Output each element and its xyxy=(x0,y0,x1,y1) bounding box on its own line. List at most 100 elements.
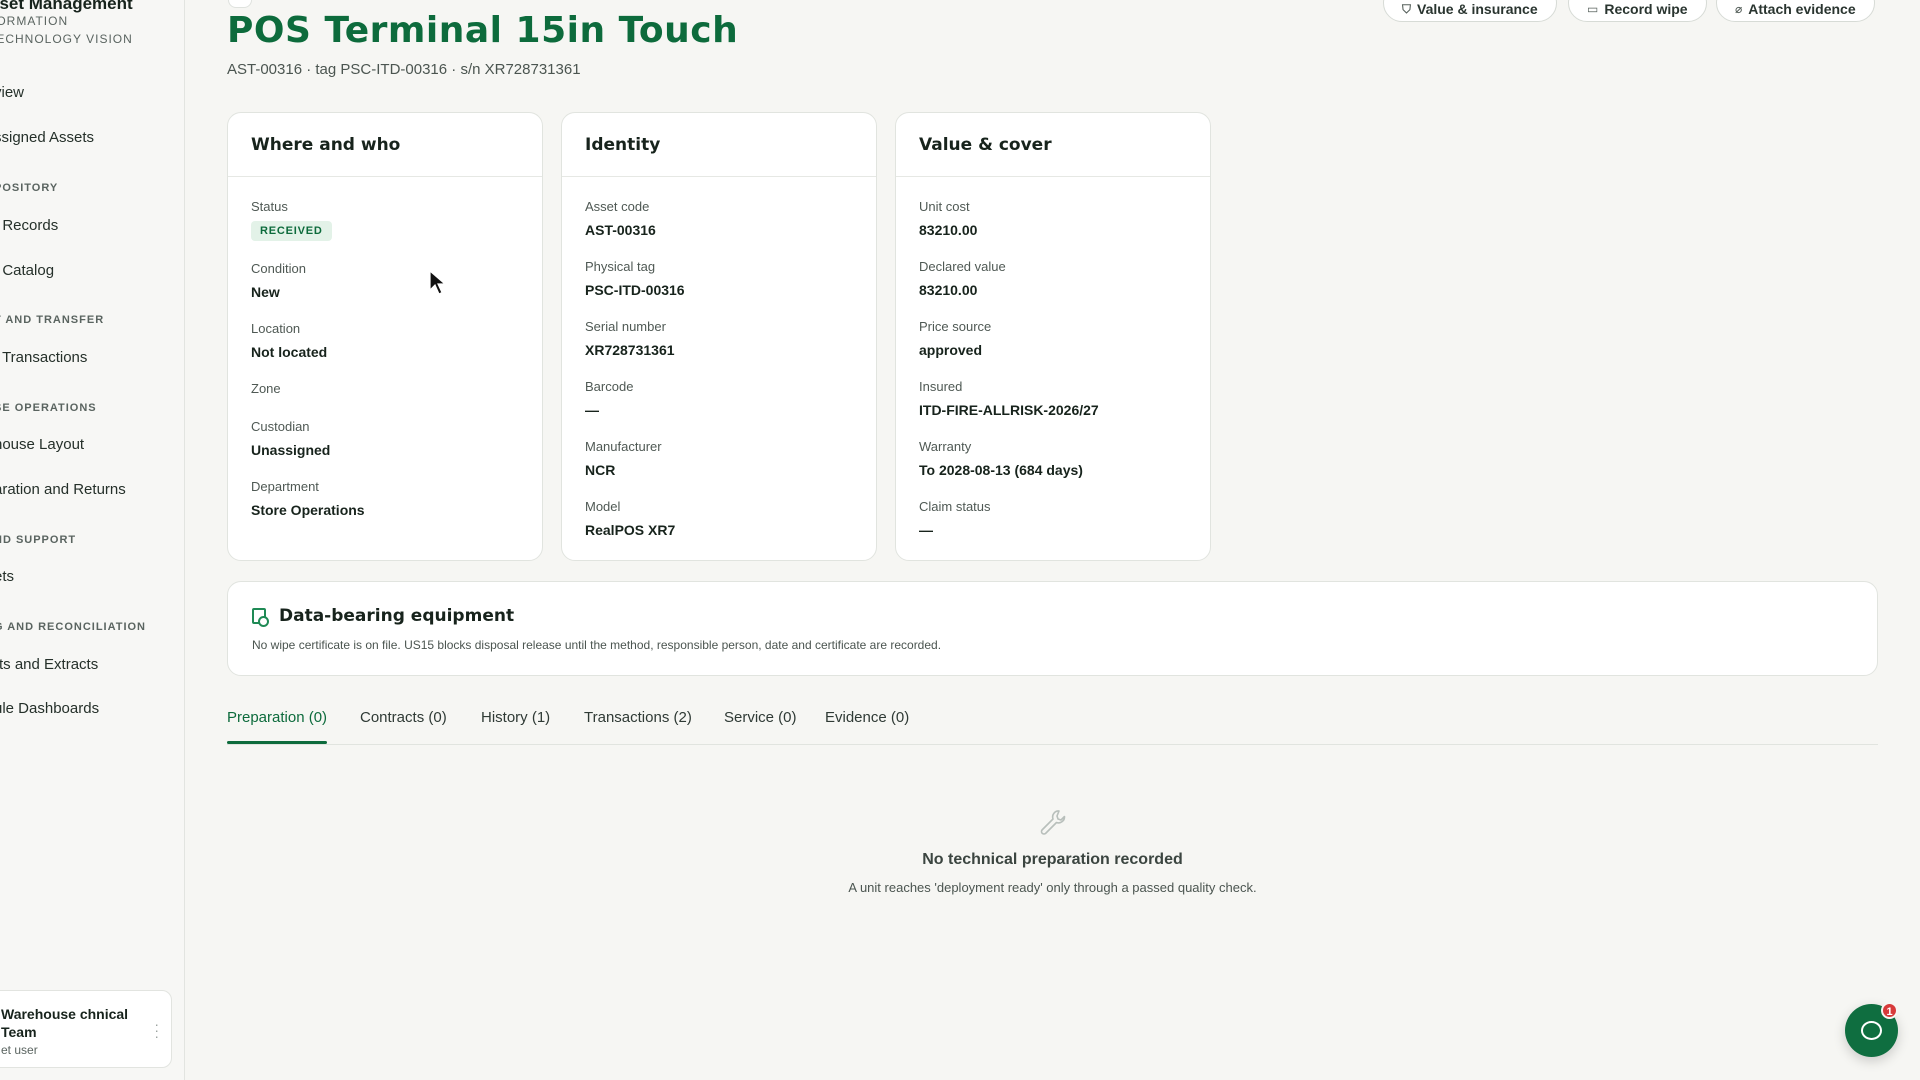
field-value: Unassigned xyxy=(251,442,331,458)
record-wipe-button[interactable]: ▭ Record wipe xyxy=(1568,0,1707,22)
field-label: Unit cost xyxy=(919,199,970,214)
tab-preparation[interactable]: Preparation (0) xyxy=(227,709,327,726)
field-label: Physical tag xyxy=(585,259,656,274)
tab-contracts[interactable]: Contracts (0) xyxy=(360,709,447,726)
identity-card: Identity Asset code AST-00316 Physical t… xyxy=(561,112,877,561)
card-title: Value & cover xyxy=(896,113,1210,177)
condition-field: Condition New xyxy=(251,261,306,300)
field-value: — xyxy=(585,402,599,418)
field-label: Custodian xyxy=(251,419,310,434)
field-label: Barcode xyxy=(585,379,634,394)
serial-number-field: Serial number XR728731361 xyxy=(585,319,675,358)
user-role: et user xyxy=(1,1043,38,1057)
panel-title: Data-bearing equipment xyxy=(279,606,515,626)
chat-icon xyxy=(1861,1021,1882,1040)
attach-evidence-label: Attach evidence xyxy=(1748,1,1856,17)
claim-status-field: Claim status — xyxy=(919,499,991,538)
field-label: Zone xyxy=(251,381,281,396)
sidebar-section-movement: T AND TRANSFER xyxy=(0,314,105,326)
tab-service[interactable]: Service (0) xyxy=(724,709,797,726)
active-tab-indicator xyxy=(227,741,327,744)
field-value: XR728731361 xyxy=(585,342,675,358)
tab-history[interactable]: History (1) xyxy=(481,709,550,726)
field-label: Status xyxy=(251,199,288,214)
field-value: — xyxy=(919,522,933,538)
panel-text: No wipe certificate is on file. US15 blo… xyxy=(252,638,942,652)
field-value: ITD-FIRE-ALLRISK-2026/27 xyxy=(919,402,1099,418)
zone-field: Zone xyxy=(251,381,281,404)
field-label: Price source xyxy=(919,319,992,334)
wrench-icon xyxy=(1040,810,1066,835)
sidebar-item-warehouse-layout[interactable]: house Layout xyxy=(0,436,84,453)
field-value: 83210.00 xyxy=(919,222,978,238)
field-value: approved xyxy=(919,342,983,358)
field-label: Location xyxy=(251,321,301,336)
page-title: POS Terminal 15in Touch xyxy=(227,10,739,51)
value-insurance-label: Value & insurance xyxy=(1417,1,1538,17)
sidebar-section-repository: POSITORY xyxy=(0,182,59,194)
attach-evidence-button[interactable]: ⌀ Attach evidence xyxy=(1716,0,1875,22)
sidebar: sset Management FORMATION TECHNOLOGY VIS… xyxy=(0,0,185,1080)
sidebar-item-assigned-assets[interactable]: ssigned Assets xyxy=(0,129,94,146)
asset-code-field: Asset code AST-00316 xyxy=(585,199,656,238)
tab-transactions[interactable]: Transactions (2) xyxy=(584,709,692,726)
app-subtitle: FORMATION TECHNOLOGY VISION xyxy=(0,14,133,46)
field-value: RealPOS XR7 xyxy=(585,522,676,538)
mouse-cursor-icon xyxy=(429,270,447,295)
custodian-field: Custodian Unassigned xyxy=(251,419,330,458)
tab-evidence[interactable]: Evidence (0) xyxy=(825,709,909,726)
document-icon: ▭ xyxy=(1587,2,1599,16)
paperclip-icon: ⌀ xyxy=(1735,2,1743,16)
warranty-field: Warranty To 2028-08-13 (684 days) xyxy=(919,439,1083,478)
data-bearing-panel: Data-bearing equipment No wipe certifica… xyxy=(227,581,1878,676)
sidebar-item-module-dashboards[interactable]: ule Dashboards xyxy=(0,700,99,717)
field-label: Model xyxy=(585,499,621,514)
field-value: Store Operations xyxy=(251,502,365,518)
insured-field: Insured ITD-FIRE-ALLRISK-2026/27 xyxy=(919,379,1099,418)
card-title: Where and who xyxy=(228,113,542,177)
user-card[interactable]: Warehouse chnical Team et user · · · xyxy=(0,990,172,1068)
sidebar-item-tickets[interactable]: ets xyxy=(0,568,14,585)
field-label: Insured xyxy=(919,379,963,394)
field-label: Serial number xyxy=(585,319,666,334)
unit-cost-field: Unit cost 83210.00 xyxy=(919,199,977,238)
field-label: Declared value xyxy=(919,259,1006,274)
tab-bar: Preparation (0) Contracts (0) History (1… xyxy=(227,705,1878,745)
barcode-field: Barcode — xyxy=(585,379,633,418)
department-field: Department Store Operations xyxy=(251,479,365,518)
location-field: Location Not located xyxy=(251,321,327,360)
field-value: NCR xyxy=(585,462,616,478)
physical-tag-field: Physical tag PSC-ITD-00316 xyxy=(585,259,685,298)
value-insurance-button[interactable]: ⛉ Value & insurance xyxy=(1383,0,1557,22)
value-cover-card: Value & cover Unit cost 83210.00 Declare… xyxy=(895,112,1211,561)
status-field: Status RECEIVED xyxy=(251,199,332,241)
page-subtitle: AST-00316 · tag PSC-ITD-00316 · s/n XR72… xyxy=(227,61,581,78)
field-label: Warranty xyxy=(919,439,972,454)
sidebar-item-asset-transactions[interactable]: t Transactions xyxy=(0,349,87,366)
sidebar-item-overview[interactable]: view xyxy=(0,84,24,101)
sidebar-item-asset-catalog[interactable]: t Catalog xyxy=(0,262,54,279)
sidebar-section-reporting: G AND RECONCILIATION xyxy=(0,621,146,633)
field-value: Not located xyxy=(251,344,328,360)
sidebar-section-warehouse-ops: SE OPERATIONS xyxy=(0,402,97,414)
field-label: Manufacturer xyxy=(585,439,662,454)
field-value: PSC-ITD-00316 xyxy=(585,282,685,298)
sidebar-section-support: ND SUPPORT xyxy=(0,534,77,546)
field-value: To 2028-08-13 (684 days) xyxy=(919,462,1083,478)
field-value: AST-00316 xyxy=(585,222,656,238)
sidebar-item-asset-records[interactable]: t Records xyxy=(0,217,58,234)
shield-icon: ⛉ xyxy=(1402,1,1412,16)
field-label: Condition xyxy=(251,261,306,276)
status-badge: RECEIVED xyxy=(251,221,332,241)
back-button[interactable] xyxy=(228,0,252,8)
field-label: Department xyxy=(251,479,319,494)
record-wipe-label: Record wipe xyxy=(1604,1,1688,17)
empty-state-title: No technical preparation recorded xyxy=(922,851,1183,868)
declared-value-field: Declared value 83210.00 xyxy=(919,259,1006,298)
certificate-icon xyxy=(252,608,269,627)
field-label: Asset code xyxy=(585,199,650,214)
manufacturer-field: Manufacturer NCR xyxy=(585,439,662,478)
more-vertical-icon[interactable]: · · · xyxy=(154,1017,159,1043)
sidebar-item-reports-extracts[interactable]: rts and Extracts xyxy=(0,656,98,673)
sidebar-item-preparation-returns[interactable]: aration and Returns xyxy=(0,481,126,498)
